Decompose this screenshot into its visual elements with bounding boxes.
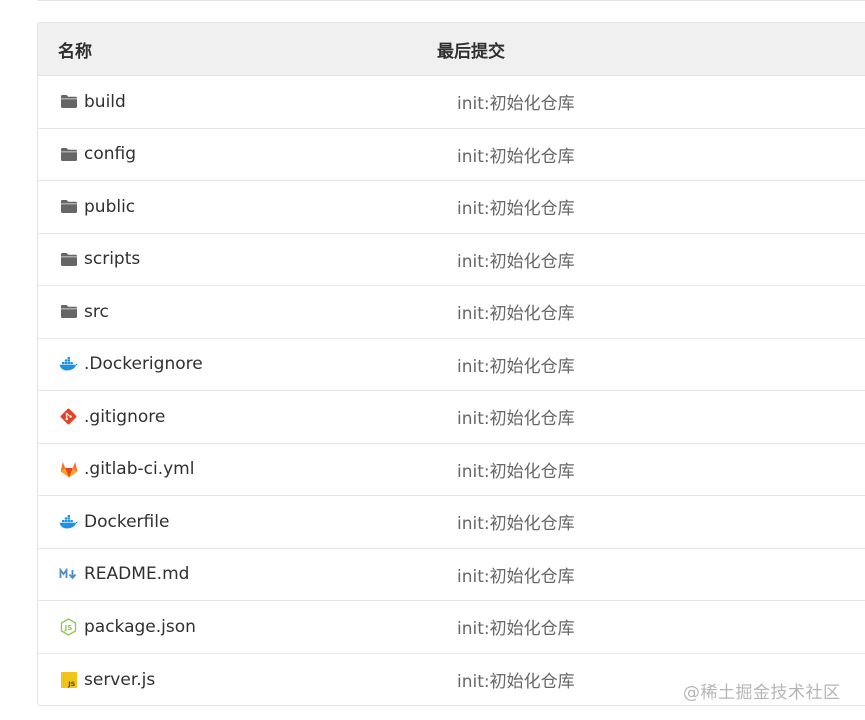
table-row: .gitignore init:初始化仓库 <box>38 391 865 444</box>
folder-icon <box>59 92 78 111</box>
javascript-icon: JS <box>59 670 78 689</box>
last-commit-message[interactable]: init:初始化仓库 <box>457 142 575 167</box>
file-link[interactable]: public <box>84 197 135 217</box>
file-link[interactable]: package.json <box>84 617 196 637</box>
file-name-cell: scripts <box>38 249 457 269</box>
file-name-cell: .gitignore <box>38 407 457 427</box>
table-row: config init:初始化仓库 <box>38 129 865 181</box>
file-link[interactable]: src <box>84 302 109 322</box>
table-row: src init:初始化仓库 <box>38 286 865 339</box>
file-list: build init:初始化仓库 config init:初始化仓库 public ini… <box>38 76 865 705</box>
table-row: .Dockerignore init:初始化仓库 <box>38 339 865 391</box>
last-commit-message[interactable]: init:初始化仓库 <box>457 89 575 114</box>
last-commit-message[interactable]: init:初始化仓库 <box>457 194 575 219</box>
watermark: @稀土掘金技术社区 <box>683 683 841 703</box>
folder-icon <box>59 145 78 164</box>
table-row: build init:初始化仓库 <box>38 76 865 129</box>
file-link[interactable]: build <box>84 92 126 112</box>
file-link[interactable]: .Dockerignore <box>84 354 203 374</box>
last-commit-message[interactable]: init:初始化仓库 <box>457 457 575 482</box>
docker-icon <box>59 355 78 374</box>
file-name-cell: .gitlab-ci.yml <box>38 459 457 479</box>
file-link[interactable]: config <box>84 144 136 164</box>
gitlab-icon <box>59 460 78 479</box>
table-row: .gitlab-ci.yml init:初始化仓库 <box>38 444 865 496</box>
svg-text:JS: JS <box>67 680 75 688</box>
file-name-cell: config <box>38 144 457 164</box>
folder-icon <box>59 250 78 269</box>
docker-icon <box>59 512 78 531</box>
file-name-cell: README.md <box>38 564 457 584</box>
column-header-last-commit: 最后提交 <box>437 41 505 62</box>
file-name-cell: public <box>38 197 457 217</box>
file-name-cell: Dockerfile <box>38 512 457 532</box>
svg-text:JS: JS <box>64 624 73 632</box>
git-icon <box>59 407 78 426</box>
last-commit-message[interactable]: init:初始化仓库 <box>457 247 575 272</box>
file-link[interactable]: README.md <box>84 564 189 584</box>
table-row: scripts init:初始化仓库 <box>38 234 865 286</box>
table-row: README.md init:初始化仓库 <box>38 549 865 601</box>
last-commit-message[interactable]: init:初始化仓库 <box>457 562 575 587</box>
table-row: Dockerfile init:初始化仓库 <box>38 496 865 549</box>
table-row: public init:初始化仓库 <box>38 181 865 234</box>
markdown-icon <box>59 565 78 584</box>
file-link[interactable]: .gitlab-ci.yml <box>84 459 194 479</box>
nodejs-icon: JS <box>59 617 78 636</box>
file-link[interactable]: server.js <box>84 670 155 690</box>
folder-icon <box>59 302 78 321</box>
file-link[interactable]: scripts <box>84 249 140 269</box>
last-commit-message[interactable]: init:初始化仓库 <box>457 614 575 639</box>
column-header-name: 名称 <box>58 41 92 62</box>
last-commit-message[interactable]: init:初始化仓库 <box>457 667 575 692</box>
file-name-cell: .Dockerignore <box>38 354 457 374</box>
file-link[interactable]: Dockerfile <box>84 512 169 532</box>
file-link[interactable]: .gitignore <box>84 407 165 427</box>
last-commit-message[interactable]: init:初始化仓库 <box>457 352 575 377</box>
file-name-cell: src <box>38 302 457 322</box>
file-name-cell: build <box>38 92 457 112</box>
table-row: JS package.json init:初始化仓库 <box>38 601 865 654</box>
last-commit-message[interactable]: init:初始化仓库 <box>457 509 575 534</box>
table-header: 名称 最后提交 <box>38 23 865 76</box>
file-name-cell: JS package.json <box>38 617 457 637</box>
file-name-cell: JS server.js <box>38 670 457 690</box>
folder-icon <box>59 197 78 216</box>
file-table: 名称 最后提交 build init:初始化仓库 config init:初始化仓库 p… <box>37 22 865 706</box>
top-divider <box>37 0 865 1</box>
last-commit-message[interactable]: init:初始化仓库 <box>457 299 575 324</box>
last-commit-message[interactable]: init:初始化仓库 <box>457 404 575 429</box>
